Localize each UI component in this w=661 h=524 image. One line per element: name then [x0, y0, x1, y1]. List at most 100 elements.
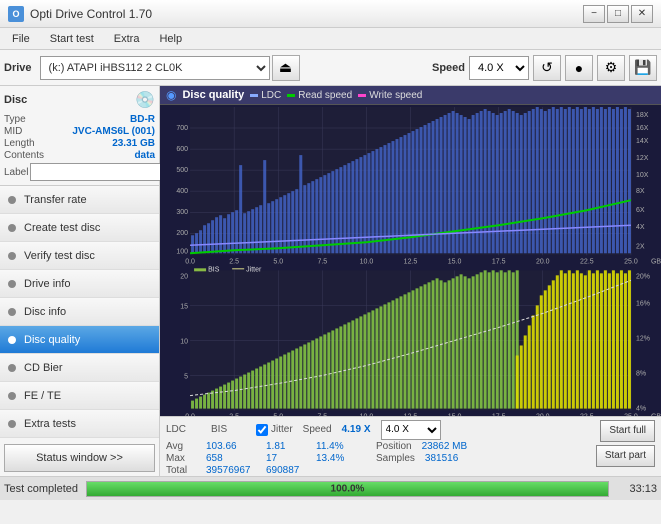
disc-contents-label: Contents [4, 150, 44, 161]
legend-write-dot [358, 94, 366, 97]
nav-cd-bier[interactable]: CD Bier [0, 354, 159, 382]
progress-label: Test completed [4, 483, 78, 495]
menu-extra[interactable]: Extra [106, 31, 148, 47]
disc-label-input[interactable] [30, 163, 168, 181]
svg-text:8X: 8X [636, 188, 645, 195]
eject-button[interactable]: ⏏ [272, 55, 300, 81]
legend-ldc: LDC [250, 90, 281, 101]
nav-transfer-rate[interactable]: Transfer rate [0, 186, 159, 214]
nav-verify-test-disc-label: Verify test disc [24, 250, 95, 262]
max-bis: 17 [266, 453, 306, 464]
menu-help[interactable]: Help [151, 31, 190, 47]
max-row-label: Max [166, 453, 196, 464]
window-title: Opti Drive Control 1.70 [30, 7, 152, 21]
avg-jitter: 11.4% [316, 441, 366, 452]
svg-text:300: 300 [176, 209, 188, 216]
menu-file[interactable]: File [4, 31, 38, 47]
nav-dot [8, 364, 16, 372]
max-jitter: 13.4% [316, 453, 366, 464]
chart-icon: ◉ [166, 88, 176, 102]
svg-text:600: 600 [176, 146, 188, 153]
stats-area: LDC BIS Jitter Speed 4.19 X 4.0 X A [160, 416, 661, 476]
speed-stat-value: 4.19 X [342, 424, 371, 435]
start-full-button[interactable]: Start full [600, 420, 655, 442]
position-value: 23862 MB [422, 441, 468, 452]
chart-header: ◉ Disc quality LDC Read speed Write spee… [160, 86, 661, 105]
close-button[interactable]: ✕ [631, 5, 653, 23]
drive-select-area: (k:) ATAPI iHBS112 2 CL0K ⏏ [40, 55, 422, 81]
disc-icon: 💿 [135, 90, 155, 110]
status-window-button[interactable]: Status window >> [4, 444, 155, 472]
disc-length-label: Length [4, 138, 35, 149]
svg-text:5: 5 [184, 374, 188, 381]
speed-combo[interactable]: 4.0 X [469, 56, 529, 80]
nav-extra-tests[interactable]: Extra tests [0, 410, 159, 438]
svg-text:4X: 4X [636, 224, 645, 231]
svg-text:12%: 12% [636, 335, 650, 342]
svg-text:5.0: 5.0 [273, 258, 283, 265]
app-icon: O [8, 6, 24, 22]
disc-contents-value: data [134, 150, 155, 161]
nav-disc-quality-label: Disc quality [24, 334, 80, 346]
svg-text:0.0: 0.0 [185, 258, 195, 265]
max-ldc: 658 [206, 453, 256, 464]
nav-extra-tests-label: Extra tests [24, 418, 76, 430]
burn-button[interactable]: ● [565, 55, 593, 81]
disc-label-label: Label [4, 167, 28, 178]
nav-fe-te[interactable]: FE / TE [0, 382, 159, 410]
jitter-check-area: Jitter [256, 424, 293, 436]
minimize-button[interactable]: − [583, 5, 605, 23]
svg-text:BIS: BIS [208, 266, 220, 273]
disc-length-row: Length 23.31 GB [4, 138, 155, 149]
svg-text:Jitter: Jitter [246, 266, 262, 273]
progress-bar-container: Test completed 100.0% 33:13 [0, 476, 661, 500]
svg-text:GB: GB [651, 258, 661, 265]
samples-value: 381516 [425, 453, 458, 464]
legend-read: Read speed [287, 90, 352, 101]
speed-stat-label: Speed [303, 424, 332, 435]
disc-type-label: Type [4, 114, 26, 125]
nav-dot [8, 224, 16, 232]
svg-text:100: 100 [176, 248, 188, 255]
speed-stat-combo[interactable]: 4.0 X [381, 420, 441, 440]
nav-drive-info[interactable]: Drive info [0, 270, 159, 298]
nav-dot [8, 420, 16, 428]
nav-dot [8, 280, 16, 288]
nav-dot [8, 308, 16, 316]
nav-verify-test-disc[interactable]: Verify test disc [0, 242, 159, 270]
svg-text:16X: 16X [636, 125, 649, 132]
disc-mid-label: MID [4, 126, 22, 137]
menu-start-test[interactable]: Start test [42, 31, 102, 47]
nav-dot [8, 196, 16, 204]
settings-button[interactable]: ⚙ [597, 55, 625, 81]
legend-ldc-label: LDC [261, 90, 281, 101]
nav-drive-info-label: Drive info [24, 278, 70, 290]
toolbar: Drive (k:) ATAPI iHBS112 2 CL0K ⏏ Speed … [0, 50, 661, 86]
nav-dot-active [8, 336, 16, 344]
legend-write-label: Write speed [369, 90, 422, 101]
drive-combo[interactable]: (k:) ATAPI iHBS112 2 CL0K [40, 56, 270, 80]
svg-text:12.5: 12.5 [404, 258, 418, 265]
title-bar: O Opti Drive Control 1.70 − □ ✕ [0, 0, 661, 28]
legend-ldc-dot [250, 94, 258, 97]
svg-text:25.0: 25.0 [624, 258, 638, 265]
save-button[interactable]: 💾 [629, 55, 657, 81]
svg-text:20: 20 [180, 273, 188, 280]
total-row-label: Total [166, 465, 196, 476]
nav-disc-info[interactable]: Disc info [0, 298, 159, 326]
svg-text:700: 700 [176, 125, 188, 132]
svg-text:500: 500 [176, 167, 188, 174]
svg-text:17.5: 17.5 [492, 258, 506, 265]
svg-text:2X: 2X [636, 243, 645, 250]
refresh-button[interactable]: ↺ [533, 55, 561, 81]
nav-section: Transfer rate Create test disc Verify te… [0, 186, 159, 440]
charts-svg: 700 600 500 400 300 200 100 18X 16X 14X … [160, 105, 661, 416]
maximize-button[interactable]: □ [607, 5, 629, 23]
nav-create-test-disc[interactable]: Create test disc [0, 214, 159, 242]
nav-disc-quality[interactable]: Disc quality [0, 326, 159, 354]
progress-text: 100.0% [331, 483, 365, 494]
samples-label: Samples [376, 453, 415, 464]
start-part-button[interactable]: Start part [596, 445, 655, 467]
jitter-checkbox[interactable] [256, 424, 268, 436]
svg-text:18X: 18X [636, 112, 649, 119]
